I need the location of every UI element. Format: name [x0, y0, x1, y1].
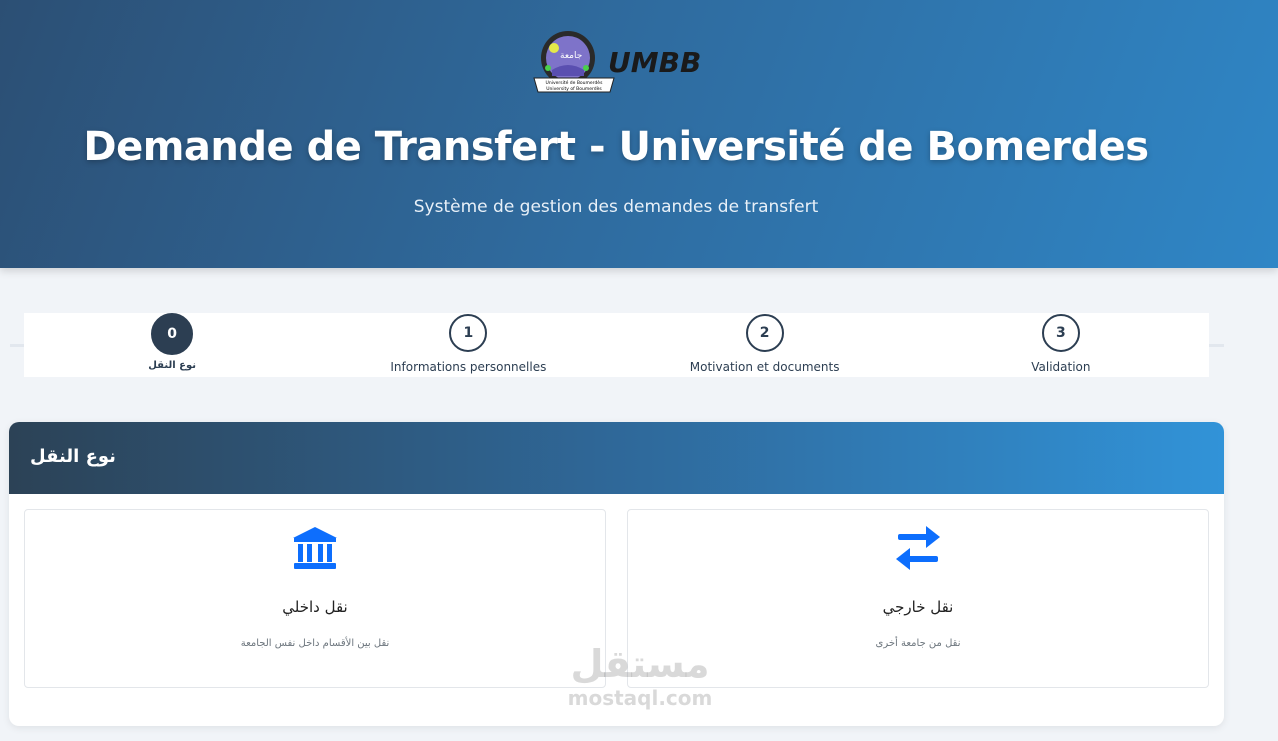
step-number: 3 [1041, 314, 1080, 352]
step-label: نوع النقل [148, 360, 196, 371]
card-title: نوع النقل [30, 446, 116, 467]
card-header: نوع النقل [9, 422, 1224, 494]
bank-icon [25, 524, 605, 572]
page-title: Demande de Transfert - Université de Bom… [83, 124, 1149, 170]
option-title: نقل خارجي [882, 598, 954, 616]
step-validation[interactable]: 3 Validation [913, 313, 1209, 377]
hero-banner: جامعة Université de Boumerdès University… [0, 0, 1278, 268]
page-subtitle: Système de gestion des demandes de trans… [413, 197, 819, 217]
svg-text:University of Boumerdès: University of Boumerdès [546, 85, 602, 92]
step-number: 2 [745, 314, 784, 352]
step-label: Motivation et documents [689, 360, 840, 374]
exchange-arrows-icon [628, 524, 1208, 572]
watermark-arabic: مستقل [570, 642, 710, 686]
option-description: نقل بين الأقسام داخل نفس الجامعة [240, 638, 390, 649]
svg-text:Université de Boumerdès: Université de Boumerdès [546, 79, 604, 86]
step-personal-info[interactable]: 1 Informations personnelles [320, 313, 616, 377]
step-label: Informations personnelles [390, 360, 547, 374]
step-number: 0 [151, 313, 194, 355]
watermark-latin: mostaql.com [567, 686, 713, 710]
internal-transfer-option[interactable]: نقل داخلي نقل بين الأقسام داخل نفس الجام… [24, 509, 606, 688]
step-motivation-documents[interactable]: 2 Motivation et documents [617, 313, 913, 377]
step-transfer-type[interactable]: 0 نوع النقل [24, 313, 320, 377]
svg-text:UMBB: UMBB [608, 46, 701, 79]
svg-text:جامعة: جامعة [560, 51, 582, 61]
step-number: 1 [449, 314, 488, 352]
progress-stepper: 0 نوع النقل 1 Informations personnelles … [24, 313, 1209, 377]
option-title: نقل داخلي [282, 598, 348, 616]
watermark: مستقل mostaql.com [560, 642, 720, 726]
university-logo: جامعة Université de Boumerdès University… [530, 30, 705, 96]
step-label: Validation [1031, 360, 1091, 374]
